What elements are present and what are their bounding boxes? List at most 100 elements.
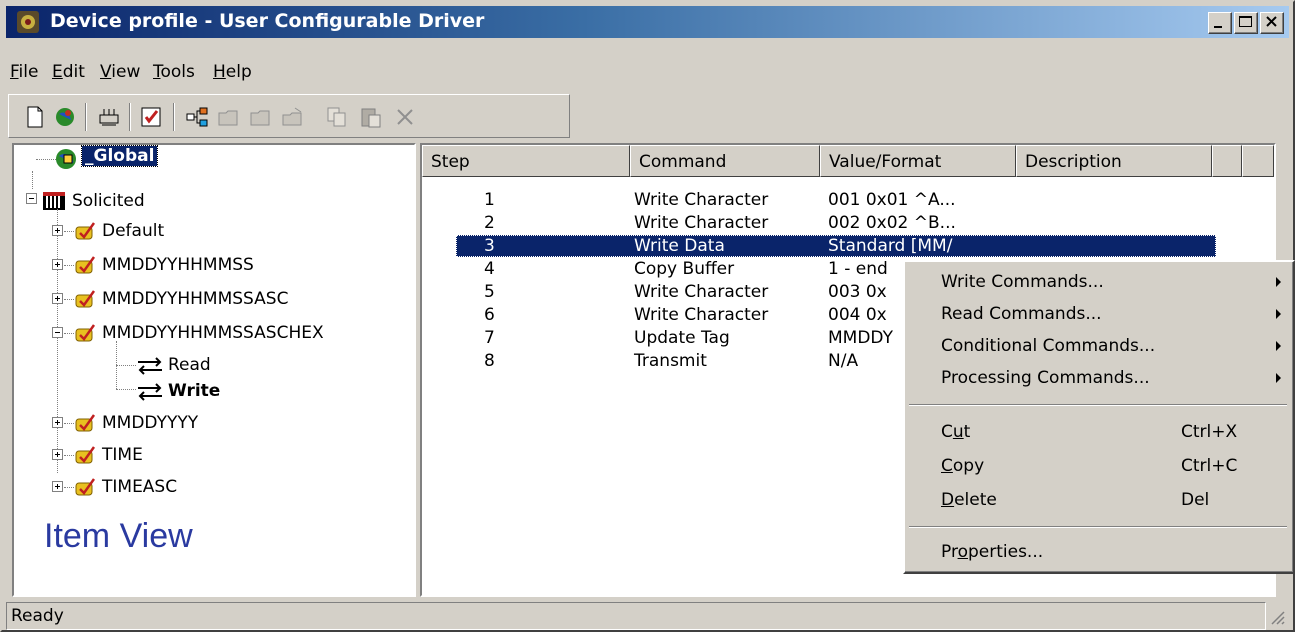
- cell-step: 1: [484, 190, 495, 210]
- menu-item-read-commands[interactable]: Read Commands...: [905, 298, 1291, 330]
- cell-value: N/A: [828, 351, 859, 371]
- tree-label-item: TIMEASC: [102, 477, 178, 497]
- expander-time[interactable]: [52, 449, 63, 460]
- column-header-label: Step: [431, 152, 470, 172]
- driver-app-icon[interactable]: [16, 10, 40, 34]
- cell-step: 5: [484, 282, 495, 302]
- column-header-label: Value/Format: [829, 152, 942, 172]
- cell-command: Copy Buffer: [634, 259, 735, 279]
- menu-help[interactable]: Help: [213, 62, 252, 82]
- menu-item-write-commands[interactable]: Write Commands...: [905, 266, 1291, 298]
- device-icon[interactable]: [97, 105, 121, 129]
- menu-item-label: Copy: [941, 456, 985, 476]
- status-pane: Ready: [6, 602, 1266, 630]
- menu-item-label: Processing Commands...: [941, 368, 1150, 388]
- transaction-icon: [138, 357, 162, 375]
- solicited-icon: [43, 192, 65, 210]
- menu-view[interactable]: View: [100, 62, 140, 82]
- cell-command: Write Character: [634, 213, 769, 233]
- column-header-extra[interactable]: [1242, 145, 1274, 177]
- copy-icon[interactable]: [325, 105, 349, 129]
- cell-command: Update Tag: [634, 328, 730, 348]
- cell-value: 002 0x02 ^B...: [828, 213, 956, 233]
- close-icon: [1266, 16, 1277, 27]
- new-icon[interactable]: [23, 105, 47, 129]
- window-title: Device profile - User Configurable Drive…: [50, 10, 485, 32]
- expander-mmddyyhhmmssasc[interactable]: [52, 293, 63, 304]
- column-header-description[interactable]: Description: [1016, 145, 1212, 177]
- expander-mmddyyhhmmss[interactable]: [52, 259, 63, 270]
- globe-icon[interactable]: [53, 105, 77, 129]
- item-icon: [75, 478, 96, 496]
- column-header-label: Description: [1025, 152, 1122, 172]
- menu-item-properties[interactable]: Properties...: [905, 536, 1291, 568]
- tree-label-item: MMDDYYHHMMSSASC: [102, 289, 289, 309]
- toolbar: [8, 94, 570, 138]
- menu-tools[interactable]: Tools: [153, 62, 195, 82]
- menu-edit[interactable]: Edit: [52, 62, 85, 82]
- tree-icon[interactable]: [185, 105, 209, 129]
- expander-mmddyyyy[interactable]: [52, 417, 63, 428]
- menu-file[interactable]: File: [10, 62, 38, 82]
- column-header-step[interactable]: Step: [422, 145, 630, 177]
- expander-timeasc[interactable]: [52, 481, 63, 492]
- checklist-icon[interactable]: [139, 105, 163, 129]
- menu-item-cut[interactable]: Cut Ctrl+X: [905, 416, 1291, 448]
- folder-icon-3[interactable]: [281, 105, 305, 129]
- close-button[interactable]: [1260, 12, 1284, 34]
- item-icon: [75, 324, 96, 342]
- expander-mmddyyhhmmssaschex[interactable]: [52, 327, 63, 338]
- tree-label-item: MMDDYYHHMMSS: [102, 255, 254, 275]
- menu-item-processing-commands[interactable]: Processing Commands...: [905, 362, 1291, 394]
- maximize-button[interactable]: [1234, 12, 1258, 34]
- menu-item-label: Cut: [941, 422, 971, 442]
- item-icon: [75, 222, 96, 240]
- tree-label-item: MMDDYYYY: [102, 413, 199, 433]
- menu-item-delete[interactable]: Delete Del: [905, 484, 1291, 516]
- cell-value: 001 0x01 ^A...: [828, 190, 956, 210]
- status-bar: Ready: [6, 602, 1289, 630]
- submenu-arrow-icon: [1276, 309, 1281, 319]
- menu-item-label: Properties...: [941, 542, 1044, 562]
- column-header-extra[interactable]: [1212, 145, 1242, 177]
- delete-icon[interactable]: [393, 105, 417, 129]
- menu-item-label: Read Commands...: [941, 304, 1102, 324]
- table-row[interactable]: 2 Write Character 002 0x02 ^B...: [422, 212, 1274, 234]
- cell-step: 7: [484, 328, 495, 348]
- cell-command: Write Character: [634, 305, 769, 325]
- cell-value: 003 0x: [828, 282, 887, 302]
- menu-item-conditional-commands[interactable]: Conditional Commands...: [905, 330, 1291, 362]
- column-header-value[interactable]: Value/Format: [820, 145, 1016, 177]
- cell-step: 3: [484, 236, 495, 256]
- title-bar[interactable]: Device profile - User Configurable Drive…: [6, 6, 1289, 38]
- menu-item-copy[interactable]: Copy Ctrl+C: [905, 450, 1291, 482]
- column-header-command[interactable]: Command: [630, 145, 820, 177]
- cell-step: 8: [484, 351, 495, 371]
- paste-icon[interactable]: [359, 105, 383, 129]
- cell-value: Standard [MM/: [828, 236, 953, 256]
- folder-icon[interactable]: [217, 105, 241, 129]
- tree-label-write: Write: [168, 381, 221, 401]
- item-view-label: Item View: [44, 517, 193, 555]
- cell-step: 2: [484, 213, 495, 233]
- status-text: Ready: [11, 606, 64, 626]
- tree-view[interactable]: _Global Solicited Default MMDDYYHHMMSS M…: [12, 143, 416, 597]
- minimize-button[interactable]: [1208, 12, 1232, 34]
- item-icon: [75, 446, 96, 464]
- table-row[interactable]: 1 Write Character 001 0x01 ^A...: [422, 189, 1274, 211]
- cell-step: 4: [484, 259, 495, 279]
- cell-value: MMDDY: [828, 328, 893, 348]
- table-row-selected[interactable]: 3 Write Data Standard [MM/: [456, 235, 1216, 257]
- folder-icon-2[interactable]: [249, 105, 273, 129]
- item-icon: [75, 256, 96, 274]
- context-menu: Write Commands... Read Commands... Condi…: [903, 260, 1295, 574]
- cell-value: 004 0x: [828, 305, 887, 325]
- column-header-label: Command: [639, 152, 727, 172]
- menu-separator: [909, 526, 1287, 528]
- submenu-arrow-icon: [1276, 373, 1281, 383]
- expander-solicited[interactable]: [26, 193, 37, 204]
- expander-default[interactable]: [52, 225, 63, 236]
- tree-label-item: TIME: [102, 445, 143, 465]
- resize-grip-icon[interactable]: [1268, 608, 1286, 626]
- item-icon: [75, 290, 96, 308]
